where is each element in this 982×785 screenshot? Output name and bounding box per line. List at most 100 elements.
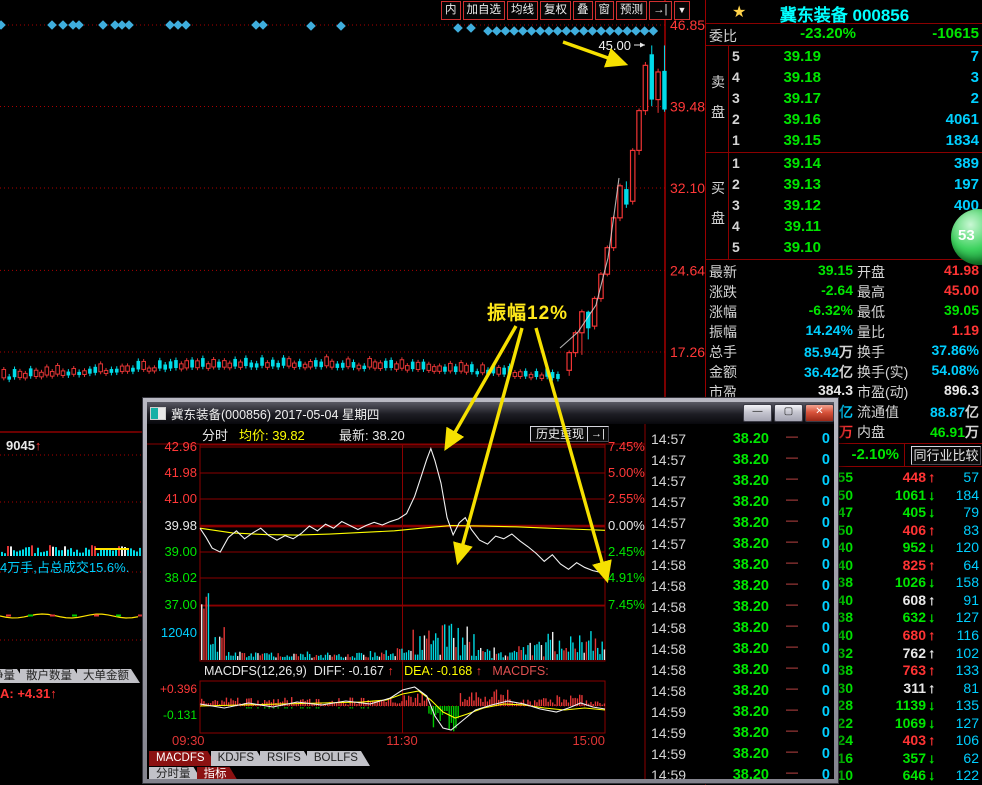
svg-text:41.00: 41.00 [164,491,197,506]
amplitude-annotation: 振幅12% [487,298,568,325]
popup-body: 42.967.45%41.985.00%41.002.55%39.980.00%… [147,424,834,779]
lower-tab-散户数量[interactable]: 散户数量 [20,669,83,683]
sales-price: 38.20 [714,452,769,468]
trade-count: 106 [944,732,979,748]
sales-row: 14:5738.20—0 [646,515,834,535]
stat-value: 85.94万 [766,342,853,362]
trade-count: 102 [944,645,979,661]
sales-volume: 0 [798,452,830,468]
macd-name: MACDFS(12,26,9) DIFF: -0.167 [204,664,384,678]
trade-count: 127 [944,609,979,625]
trade-count: 127 [944,715,979,731]
down-arrow-icon: ↓ [928,697,942,713]
toolbar-button-叠[interactable]: 叠 [573,1,593,20]
minimize-button[interactable]: — [743,404,772,422]
svg-text:2.55%: 2.55% [608,491,645,506]
trade-volume: 762 [856,645,926,661]
lower-tab-大单金额[interactable]: 大单金额 [77,669,140,683]
divider [706,259,982,260]
sell-level: 4 [732,69,746,85]
buy-level: 4 [732,218,746,234]
stat-value: 39.15 [766,262,853,278]
sales-price: 38.20 [714,494,769,510]
indicator-tab-BOLLFS[interactable]: BOLLFS [307,751,370,766]
sub-tab-指标[interactable]: 指标 [197,767,239,779]
trade-count: 116 [944,627,979,643]
stat-label: 总手 [709,342,759,362]
up-arrow-icon: ↑ [35,438,42,453]
sales-volume: 0 [798,515,830,531]
sell-label: 卖 [711,72,725,92]
down-arrow-icon: ↓ [928,767,942,783]
sales-time: 14:59 [651,746,691,762]
dropdown-icon[interactable]: ▼ [674,1,691,20]
sales-price: 38.20 [714,746,769,762]
trade-volume: 448 [856,469,926,485]
jump-end-icon[interactable]: →| [649,1,672,20]
trade-count: 133 [944,662,979,678]
svg-text:12040: 12040 [161,625,197,640]
toolbar-button-预测[interactable]: 预测 [616,1,647,20]
sales-time: 14:57 [651,473,691,489]
trade-count: 62 [944,750,979,766]
toolbar-button-均线[interactable]: 均线 [507,1,538,20]
history-replay-button[interactable]: 历史重现 [530,426,590,442]
stat-value: 36.42亿 [766,362,853,382]
sales-row: 14:5838.20—0 [646,662,834,682]
trade-count: 81 [944,680,979,696]
toolbar-button-窗[interactable]: 窗 [595,1,615,20]
maximize-button[interactable]: ▢ [774,404,803,422]
svg-text:38.02: 38.02 [164,570,197,585]
up-arrow-icon: ↑ [928,522,942,538]
divider [706,45,982,46]
sales-volume: 0 [798,578,830,594]
intraday-popup-window: 冀东装备(000856) 2017-05-04 星期四 — ▢ ✕ 42.967… [143,398,838,783]
jump-end-icon[interactable]: →| [587,426,609,442]
popup-title-bar[interactable]: 冀东装备(000856) 2017-05-04 星期四 — ▢ ✕ [147,402,834,424]
sales-row: 14:5738.20—0 [646,536,834,556]
volume-note: 4万手,占总成交15.6%. [0,557,129,576]
svg-text:15:00: 15:00 [572,733,605,748]
sales-row: 14:5938.20—0 [646,746,834,766]
svg-text:09:30: 09:30 [172,733,205,748]
sales-volume: 0 [798,473,830,489]
indicator-tab-RSIFS[interactable]: RSIFS [260,751,313,766]
trade-count: 83 [944,522,979,538]
sub-tab-分时量[interactable]: 分时量 [149,767,203,779]
sell-label: 盘 [711,102,725,122]
svg-text:41.98: 41.98 [164,465,197,480]
sales-time: 14:58 [651,578,691,594]
up-arrow-icon: ↑ [387,664,400,678]
up-arrow-icon: ↑ [928,592,942,608]
stat-value: 14.24% [766,322,853,338]
stat-value: 41.98 [902,262,979,278]
sales-volume: 0 [798,767,830,779]
buy-price: 39.11 [761,218,821,235]
sales-row: 14:5838.20—0 [646,557,834,577]
sales-volume: 0 [798,641,830,657]
volume-readout-value: 9045 [6,438,35,453]
dda-value: A: +4.31 [0,686,50,701]
trade-volume: 646 [856,767,926,783]
sales-volume: 0 [798,725,830,741]
divider [728,46,729,259]
sales-time: 14:59 [651,704,691,720]
toolbar-button-复权[interactable]: 复权 [540,1,571,20]
sales-time: 14:58 [651,662,691,678]
trade-count: 122 [944,767,979,783]
trade-volume: 311 [856,680,926,696]
sales-price: 38.20 [714,767,769,779]
svg-text:37.00: 37.00 [164,597,197,612]
toolbar-button-内[interactable]: 内 [441,1,461,20]
stat-label: 最新 [709,262,759,282]
weibi-label: 委比 [709,26,749,46]
trade-volume: 680 [856,627,926,643]
lower-left-tabs: 净量散户数量大单金额 [0,666,134,684]
svg-text:39.00: 39.00 [164,544,197,559]
toolbar-button-加自选[interactable]: 加自选 [463,1,506,20]
close-button[interactable]: ✕ [805,404,834,422]
divider [706,23,982,24]
svg-text:39.98: 39.98 [164,518,197,533]
sales-time: 14:57 [651,515,691,531]
industry-compare-button[interactable]: 同行业比较 [911,446,981,465]
